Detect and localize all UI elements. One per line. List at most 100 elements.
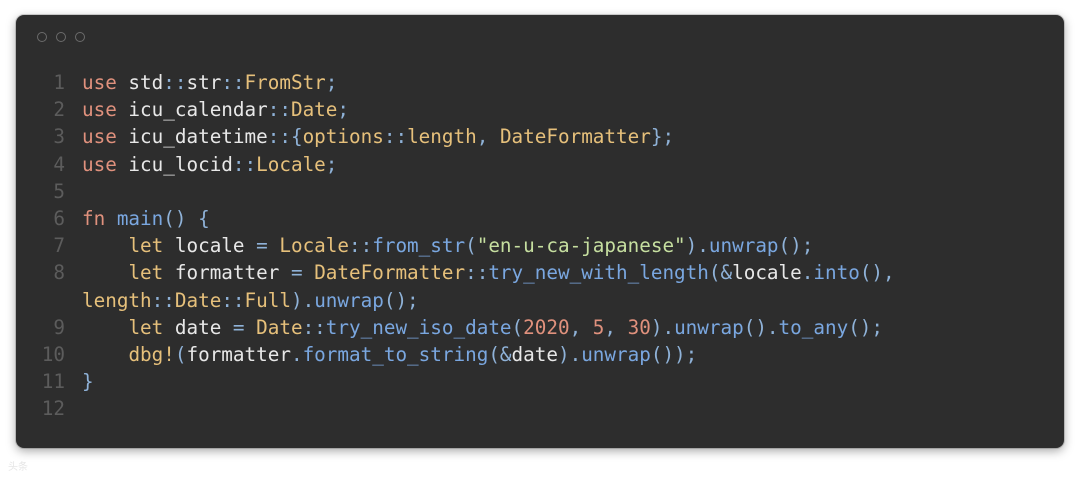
- code-token: locale: [732, 261, 802, 285]
- line-number: 3: [53, 125, 65, 149]
- code-token: let: [128, 261, 164, 285]
- code-token: ();: [778, 234, 814, 258]
- code-line: 10 dbg!(formatter.format_to_string(&date…: [16, 341, 1064, 368]
- code-token: from_str: [372, 234, 466, 258]
- code-token: (: [174, 342, 187, 366]
- code-token: unwrap: [674, 315, 744, 339]
- code-token: try_new_with_length: [488, 261, 709, 285]
- code-token: unwrap: [581, 342, 651, 366]
- code-token: (),: [859, 261, 895, 285]
- code-token: ).: [557, 342, 582, 366]
- code-token: (: [511, 315, 524, 339]
- code-line: 11}: [16, 368, 1064, 395]
- code-token: ).: [685, 234, 709, 258]
- code-token: .: [290, 342, 303, 366]
- line-number: 7: [53, 234, 65, 258]
- code-text: let locale = Locale::from_str("en-u-ca-j…: [82, 234, 813, 257]
- code-token: ::: [383, 125, 408, 149]
- code-token: fn: [82, 206, 106, 230]
- code-token: format_to_string: [302, 342, 489, 366]
- code-token: use: [82, 125, 117, 149]
- code-token: unwrap: [708, 234, 779, 258]
- code-token: FromStr: [244, 71, 326, 94]
- code-token: ::: [232, 152, 257, 176]
- code-token: ;: [325, 152, 338, 176]
- code-token: unwrap: [314, 288, 384, 312]
- code-line: 7 let locale = Locale::from_str("en-u-ca…: [16, 232, 1064, 259]
- code-token: "en-u-ca-japanese": [476, 234, 686, 258]
- code-token: ::: [221, 288, 245, 312]
- line-number: 10: [41, 342, 65, 366]
- code-text: use std::str::FromStr;: [82, 71, 337, 94]
- code-token: }: [82, 370, 94, 394]
- line-number: 9: [53, 315, 65, 339]
- code-token: date: [511, 342, 558, 366]
- code-line: 4 use icu_locid::Locale;: [16, 151, 1064, 178]
- code-line: 5: [16, 178, 1064, 205]
- code-token: ();: [848, 315, 884, 339]
- code-token: Locale: [256, 152, 326, 176]
- code-token: (&: [708, 261, 733, 285]
- code-token: ).: [650, 315, 675, 339]
- code-line: length::Date::Full).unwrap();: [16, 287, 1064, 314]
- code-text: use icu_calendar::Date;: [82, 98, 349, 121]
- code-token: ::: [465, 261, 489, 285]
- code-token: ::: [267, 98, 291, 122]
- window-titlebar: [16, 15, 1064, 61]
- code-line: 1 use std::str::FromStr;: [16, 69, 1064, 96]
- code-token: () {: [163, 206, 210, 230]
- code-line: 12: [16, 395, 1064, 422]
- code-token: let: [128, 234, 164, 258]
- code-token: length: [82, 288, 152, 312]
- zoom-dot-icon[interactable]: [75, 32, 85, 42]
- code-text: length::Date::Full).unwrap();: [82, 289, 419, 312]
- code-token: to_any: [778, 315, 849, 339]
- code-text: use icu_locid::Locale;: [82, 153, 337, 176]
- code-text: use icu_datetime::{options::length, Date…: [82, 125, 674, 148]
- code-token: formatter: [163, 261, 291, 285]
- code-token: (: [465, 234, 477, 258]
- code-token: ).: [290, 288, 315, 312]
- code-token: ::{: [267, 125, 303, 149]
- code-text: }: [82, 370, 94, 393]
- code-token: dbg!: [128, 342, 175, 366]
- code-token: options: [302, 125, 384, 149]
- line-number: 5: [53, 179, 65, 203]
- code-token: DateFormatter: [499, 125, 651, 149]
- code-token: .: [801, 261, 814, 285]
- minimize-dot-icon[interactable]: [56, 32, 66, 42]
- code-token: 2020: [523, 315, 570, 339]
- code-window: 1 use std::str::FromStr; 2 use icu_calendar…: [16, 15, 1064, 448]
- code-token: ,: [604, 315, 628, 339]
- code-token: 5: [592, 315, 605, 339]
- code-text: dbg!(formatter.format_to_string(&date).u…: [82, 343, 697, 366]
- watermark: 头条: [8, 462, 28, 473]
- code-token: (&: [488, 342, 512, 366]
- code-token: length: [407, 125, 477, 149]
- code-token: ::: [349, 234, 373, 258]
- code-line: 6 fn main() {: [16, 205, 1064, 232]
- code-token: DateFormatter: [314, 261, 466, 285]
- code-token: Locale: [279, 234, 350, 258]
- code-token: use: [82, 71, 117, 94]
- close-dot-icon[interactable]: [37, 32, 47, 42]
- code-token: 30: [627, 315, 651, 339]
- code-token: formatter: [186, 342, 291, 366]
- line-number: 6: [53, 206, 65, 230]
- line-number: 4: [53, 152, 65, 176]
- code-token: =: [290, 261, 303, 285]
- code-token: ;: [337, 98, 350, 122]
- code-token: date: [163, 315, 233, 339]
- code-token: ().: [743, 315, 779, 339]
- code-token: main: [105, 206, 164, 230]
- code-token: Date: [256, 315, 303, 339]
- code-token: ());: [650, 342, 698, 366]
- line-number: 2: [53, 98, 65, 122]
- code-editor[interactable]: 1 use std::str::FromStr; 2 use icu_calendar…: [16, 69, 1064, 422]
